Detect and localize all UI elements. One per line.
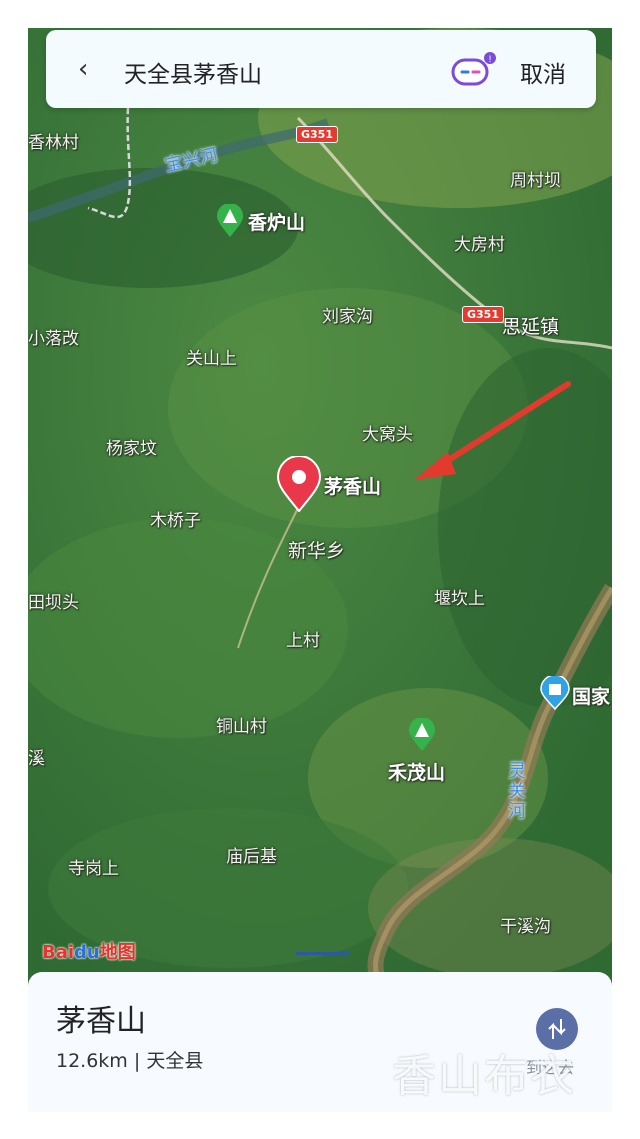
county: 天全县: [146, 1050, 204, 1072]
place-label: 堰坎上: [434, 589, 485, 609]
place-label: 溪: [28, 749, 45, 769]
river-label: 灵关河: [508, 761, 526, 822]
distance: 12.6km: [56, 1050, 128, 1072]
place-label: 周村坝: [510, 171, 561, 191]
place-name: 茅香山: [56, 1004, 146, 1039]
poi-label[interactable]: 国家: [572, 682, 610, 709]
cancel-button[interactable]: 取消: [520, 55, 566, 89]
route-arrows-icon: [548, 1019, 566, 1039]
place-label: 刘家沟: [322, 307, 373, 327]
search-query[interactable]: 天全县茅香山: [124, 55, 262, 89]
place-label: 杨家坟: [106, 439, 157, 459]
government-poi-icon[interactable]: [540, 676, 570, 710]
place-label: 香林村: [28, 133, 79, 153]
place-label: 铜山村: [216, 717, 267, 737]
highway-shield: G351: [462, 306, 504, 323]
highway-shield: G351: [296, 126, 338, 143]
place-label: 干溪沟: [500, 917, 551, 937]
place-label: 关山上: [186, 349, 237, 369]
place-label: 小落改: [28, 329, 79, 349]
place-label: 木桥子: [150, 511, 201, 531]
robot-assistant-icon[interactable]: !: [450, 52, 496, 92]
place-label: 田坝头: [28, 593, 79, 613]
notification-badge: !: [488, 55, 492, 65]
baidu-map-logo: Baidu地图: [42, 942, 136, 963]
location-pin-icon[interactable]: [276, 456, 322, 512]
back-chevron-icon[interactable]: ‹: [78, 54, 88, 84]
watermark-text: 香山布衣: [392, 1051, 576, 1102]
place-label: 庙后基: [226, 847, 277, 867]
place-label: 思延镇: [502, 316, 560, 338]
place-meta: 12.6km | 天全县: [56, 1046, 203, 1073]
map-frame: 香林村 宝兴河 周村坝 大房村 刘家沟 思延镇 小落改 关山上 大窝头 杨家坟 …: [28, 28, 612, 1112]
selected-place-label[interactable]: 茅香山: [324, 472, 381, 499]
mountain-poi-icon[interactable]: [408, 718, 436, 752]
scale-bar: [296, 952, 350, 955]
place-label: 上村: [286, 631, 320, 651]
mountain-poi-icon[interactable]: [216, 204, 244, 238]
search-bar: ‹ 天全县茅香山 ! 取消: [46, 30, 596, 108]
satellite-map[interactable]: 香林村 宝兴河 周村坝 大房村 刘家沟 思延镇 小落改 关山上 大窝头 杨家坟 …: [28, 28, 612, 988]
place-label: 大窝头: [362, 425, 413, 445]
place-label: 大房村: [454, 235, 505, 255]
poi-label[interactable]: 香炉山: [248, 208, 305, 235]
place-label: 寺岗上: [68, 859, 119, 879]
separator: |: [133, 1050, 141, 1072]
place-label: 新华乡: [288, 540, 346, 562]
poi-label[interactable]: 禾茂山: [388, 758, 445, 785]
